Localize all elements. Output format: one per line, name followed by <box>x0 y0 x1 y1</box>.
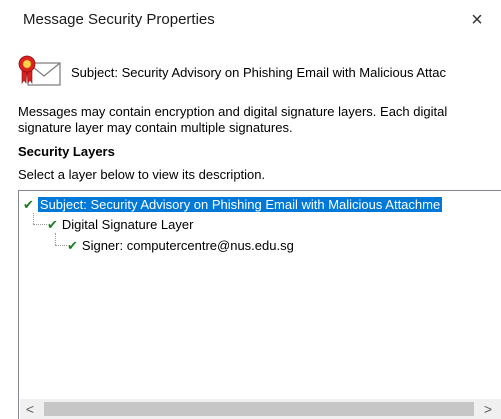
tree-connector <box>33 224 47 225</box>
description-text: Messages may contain encryption and digi… <box>18 104 448 135</box>
title-bar: Message Security Properties × <box>0 0 501 40</box>
subject-text: Subject: Security Advisory on Phishing E… <box>71 65 447 80</box>
tree-node-label: Subject: Security Advisory on Phishing E… <box>37 197 443 212</box>
tree-node-label: Digital Signature Layer <box>61 217 194 232</box>
tree-node-signer[interactable]: ✔ Signer: computercentre@nus.edu.sg <box>67 236 294 255</box>
security-layers-tree[interactable]: ✔ Subject: Security Advisory on Phishing … <box>18 190 501 419</box>
instruction-text: Select a layer below to view its descrip… <box>18 167 266 182</box>
close-icon: × <box>471 8 483 31</box>
chevron-right-icon: > <box>483 401 493 417</box>
scrollbar-thumb[interactable] <box>44 402 474 416</box>
certificate-envelope-icon <box>18 55 61 86</box>
tree-node-label: Signer: computercentre@nus.edu.sg <box>81 238 294 253</box>
close-button[interactable]: × <box>462 6 492 34</box>
scroll-right-button[interactable]: > <box>478 399 498 419</box>
horizontal-scrollbar[interactable]: < > <box>20 399 501 419</box>
tree-node-digital-signature-layer[interactable]: ✔ Digital Signature Layer <box>47 215 193 234</box>
window-title: Message Security Properties <box>23 11 215 28</box>
subject-row: Subject: Security Advisory on Phishing E… <box>18 55 501 87</box>
tree-connector <box>55 245 67 246</box>
tree-connector <box>33 213 34 224</box>
scroll-left-button[interactable]: < <box>20 399 40 419</box>
chevron-left-icon: < <box>25 401 35 417</box>
check-icon: ✔ <box>47 217 58 232</box>
tree-node-subject[interactable]: ✔ Subject: Security Advisory on Phishing … <box>23 195 443 214</box>
tree-connector <box>55 233 56 245</box>
check-icon: ✔ <box>67 238 78 253</box>
check-icon: ✔ <box>23 197 34 212</box>
security-layers-heading: Security Layers <box>18 144 115 159</box>
